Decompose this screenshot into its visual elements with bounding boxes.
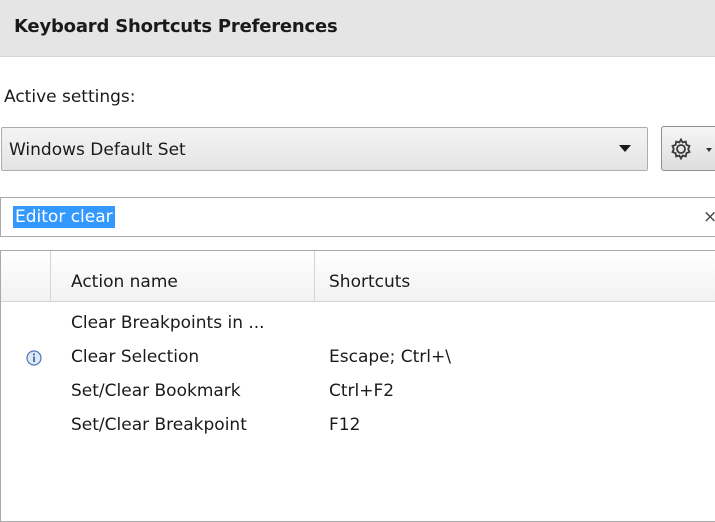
shortcuts-table[interactable]: Action name Shortcuts Clear Breakpoints … xyxy=(0,250,715,522)
search-query-text[interactable]: Editor clear xyxy=(13,206,115,228)
table-row[interactable]: Clear Selection Escape; Ctrl+\ xyxy=(1,343,715,373)
column-header-action-name[interactable]: Action name xyxy=(71,272,178,292)
close-icon[interactable]: × xyxy=(703,207,715,227)
table-row[interactable]: Clear Breakpoints in ... xyxy=(1,309,715,339)
action-name-cell: Set/Clear Breakpoint xyxy=(71,415,247,435)
chevron-down-icon xyxy=(706,148,712,152)
info-icon xyxy=(26,350,42,366)
column-divider xyxy=(50,251,51,301)
keyboard-shortcuts-preferences-panel: Keyboard Shortcuts Preferences Active se… xyxy=(0,0,715,522)
shortcut-search-input[interactable]: Editor clear × xyxy=(0,197,715,237)
chevron-down-icon xyxy=(619,145,631,152)
shortcut-cell: Ctrl+F2 xyxy=(329,381,395,401)
table-row[interactable]: Set/Clear Breakpoint F12 xyxy=(1,411,715,441)
keymap-scheme-value: Windows Default Set xyxy=(9,140,186,160)
action-name-cell: Clear Breakpoints in ... xyxy=(71,313,265,333)
table-row[interactable]: Set/Clear Bookmark Ctrl+F2 xyxy=(1,377,715,407)
table-header: Action name Shortcuts xyxy=(1,251,715,302)
shortcut-cell: F12 xyxy=(329,415,361,435)
panel-header: Keyboard Shortcuts Preferences xyxy=(0,0,715,57)
action-name-cell: Set/Clear Bookmark xyxy=(71,381,241,401)
panel-title: Keyboard Shortcuts Preferences xyxy=(14,16,338,37)
action-name-cell: Clear Selection xyxy=(71,347,200,367)
shortcut-cell: Escape; Ctrl+\ xyxy=(329,347,451,367)
gear-icon xyxy=(671,137,691,161)
active-settings-label: Active settings: xyxy=(4,87,136,107)
scheme-options-button[interactable] xyxy=(661,126,715,171)
column-divider xyxy=(314,251,315,301)
column-header-shortcuts[interactable]: Shortcuts xyxy=(329,272,410,292)
keymap-scheme-select[interactable]: Windows Default Set xyxy=(1,127,648,171)
